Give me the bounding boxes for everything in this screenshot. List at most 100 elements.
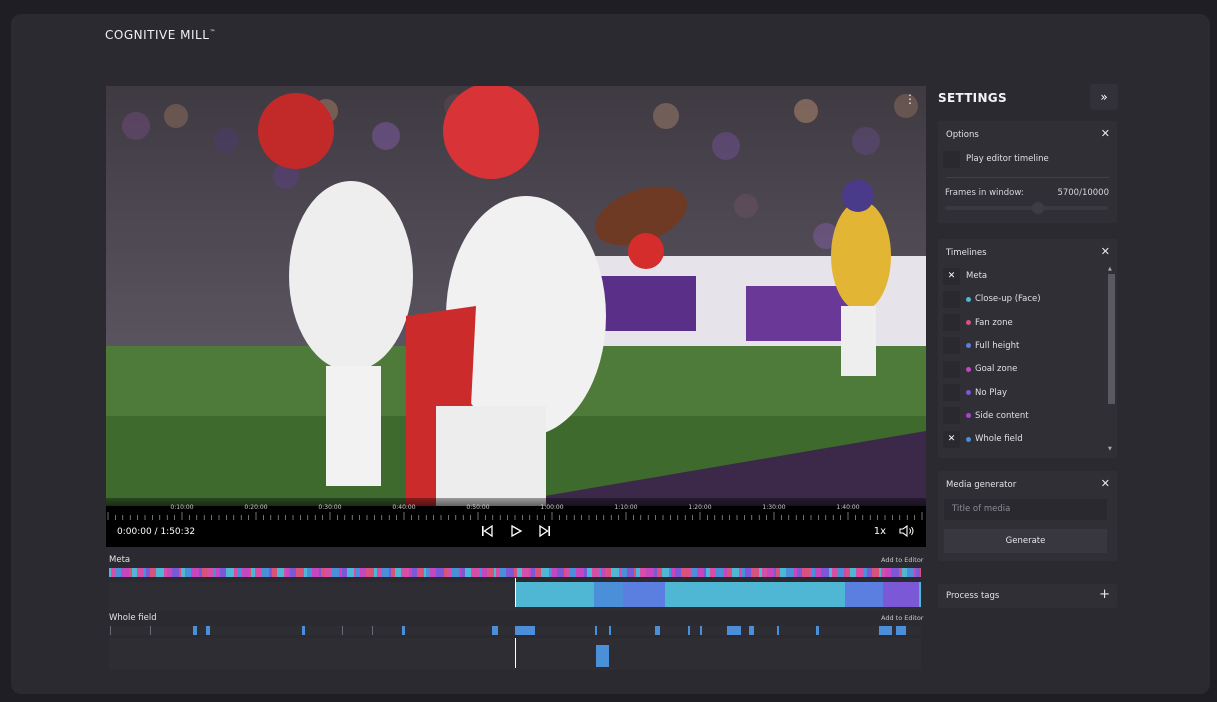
wholefield-strip-segment <box>193 626 197 635</box>
meta-strip-segment <box>207 568 214 577</box>
timeline-item-label: Meta <box>966 271 988 281</box>
wholefield-strip-segment <box>816 626 819 635</box>
meta-strip-segment <box>261 568 269 577</box>
meta-timeline-strip[interactable] <box>109 568 921 577</box>
meta-segment-fullheight[interactable] <box>594 582 624 607</box>
wholefield-strip-segment <box>492 626 498 635</box>
time-ruler[interactable] <box>106 498 926 520</box>
settings-title: SETTINGS <box>938 91 1007 105</box>
timeline-color-dot <box>966 413 971 419</box>
meta-strip-segment <box>382 568 389 577</box>
meta-editor-lane[interactable] <box>109 578 921 611</box>
generate-button[interactable]: Generate <box>944 529 1107 553</box>
timeline-checkbox[interactable] <box>943 384 960 401</box>
wholefield-add-to-editor[interactable]: Add to Editor <box>881 614 923 622</box>
meta-strip-segment <box>242 568 249 577</box>
wholefield-strip-segment <box>595 626 597 635</box>
playhead-2[interactable] <box>515 638 516 668</box>
meta-strip-segment <box>137 568 144 577</box>
meta-strip-segment <box>751 568 759 577</box>
meta-strip-segment <box>576 568 584 577</box>
video-frame <box>106 86 926 506</box>
close-options-icon[interactable]: ✕ <box>1101 127 1110 140</box>
meta-strip-segment <box>452 568 459 577</box>
wholefield-tick <box>150 626 151 635</box>
meta-segment-fullheight-3[interactable] <box>845 582 883 607</box>
meta-add-to-editor[interactable]: Add to Editor <box>881 556 923 564</box>
meta-strip-segment <box>487 568 494 577</box>
playback-speed[interactable]: 1x <box>874 526 886 537</box>
skip-back-icon[interactable] <box>480 524 494 538</box>
frames-slider[interactable] <box>945 202 1108 214</box>
timeline-checkbox[interactable] <box>943 290 960 308</box>
timeline-item-label: No Play <box>975 387 1007 398</box>
wholefield-strip-segment <box>777 626 779 635</box>
timeline-checkbox[interactable] <box>943 360 960 378</box>
scroll-up-icon[interactable]: ▲ <box>1108 266 1112 272</box>
media-title-input[interactable]: Title of media <box>944 499 1107 520</box>
timeline-checkbox[interactable] <box>943 314 960 332</box>
meta-strip-segment <box>156 568 164 577</box>
timeline-checkbox[interactable]: ✕ <box>943 430 960 448</box>
meta-strip-segment <box>920 568 921 577</box>
add-process-tag-icon[interactable]: + <box>1099 587 1110 602</box>
wholefield-strip-segment <box>749 626 754 635</box>
timeline-checkbox[interactable]: ✕ <box>943 267 960 285</box>
timeline-item: Full height <box>943 336 1019 356</box>
ruler-tick-label: 1:40:00 <box>836 504 860 511</box>
wholefield-strip-segment <box>688 626 690 635</box>
wholefield-editor-lane[interactable] <box>109 638 921 670</box>
meta-strip-segment <box>417 568 424 577</box>
options-card: Options ✕ Play editor timeline Frames in… <box>938 121 1117 223</box>
timeline-item-label: Fan zone <box>975 317 1013 328</box>
wholefield-strip-segment <box>402 626 405 635</box>
play-icon[interactable] <box>509 524 523 538</box>
wholefield-strip-segment <box>727 626 741 635</box>
meta-timeline-label: Meta <box>109 555 131 565</box>
frames-slider-thumb[interactable] <box>1031 202 1044 214</box>
timeline-checkbox[interactable] <box>943 337 960 355</box>
time-display: 0:00:00 / 1:50:32 <box>117 527 196 537</box>
wholefield-timeline-label: Whole field <box>109 613 157 623</box>
scrollbar-thumb[interactable] <box>1108 274 1115 404</box>
meta-strip-segment <box>907 568 914 577</box>
wholefield-segment[interactable] <box>596 645 609 667</box>
timeline-color-dot <box>966 343 971 349</box>
play-editor-checkbox[interactable] <box>943 150 960 168</box>
video-menu-icon[interactable]: ⋮ <box>904 92 916 106</box>
timeline-color-dot <box>966 296 971 302</box>
ruler-tick-label: 0:30:00 <box>318 504 342 511</box>
frames-value: 5700/10000 <box>1057 188 1109 198</box>
meta-strip-segment <box>347 568 354 577</box>
frames-label: Frames in window: <box>945 188 1024 198</box>
meta-strip-segment <box>471 568 479 577</box>
meta-strip-segment <box>767 568 774 577</box>
media-generator-card: Media generator ✕ Title of media Generat… <box>938 471 1117 561</box>
skip-forward-icon[interactable] <box>538 524 552 538</box>
playhead[interactable] <box>515 578 516 607</box>
timeline-color-dot <box>966 436 971 442</box>
volume-icon[interactable] <box>899 524 915 538</box>
wholefield-strip-segment <box>302 626 305 635</box>
video-player[interactable]: ⋮ 0:10:00 0:20:00 0:30:00 0:40:00 0:50:00 1:0… <box>106 86 926 547</box>
wholefield-tick <box>372 626 373 635</box>
meta-strip-segment <box>646 568 654 577</box>
close-media-generator-icon[interactable]: ✕ <box>1101 477 1110 490</box>
process-tags-card[interactable]: Process tags + <box>938 584 1117 608</box>
close-timelines-icon[interactable]: ✕ <box>1101 245 1110 258</box>
timeline-item-label: Goal zone <box>975 364 1018 375</box>
timelines-scrollbar[interactable]: ▲ ▼ <box>1107 266 1115 453</box>
meta-segment-fullheight-2[interactable] <box>623 582 665 607</box>
meta-strip-segment <box>856 568 864 577</box>
meta-strip-segment <box>786 568 794 577</box>
collapse-settings-button[interactable]: » <box>1090 84 1118 110</box>
meta-strip-segment <box>401 568 409 577</box>
ruler-tick-label: 0:50:00 <box>466 504 490 511</box>
meta-strip-segment <box>312 568 319 577</box>
timeline-checkbox[interactable] <box>943 407 960 425</box>
meta-strip-segment <box>277 568 284 577</box>
meta-segment-noplay[interactable] <box>883 582 919 607</box>
wholefield-timeline-strip[interactable] <box>109 626 921 635</box>
scroll-down-icon[interactable]: ▼ <box>1108 446 1112 452</box>
wholefield-strip-segment <box>700 626 702 635</box>
